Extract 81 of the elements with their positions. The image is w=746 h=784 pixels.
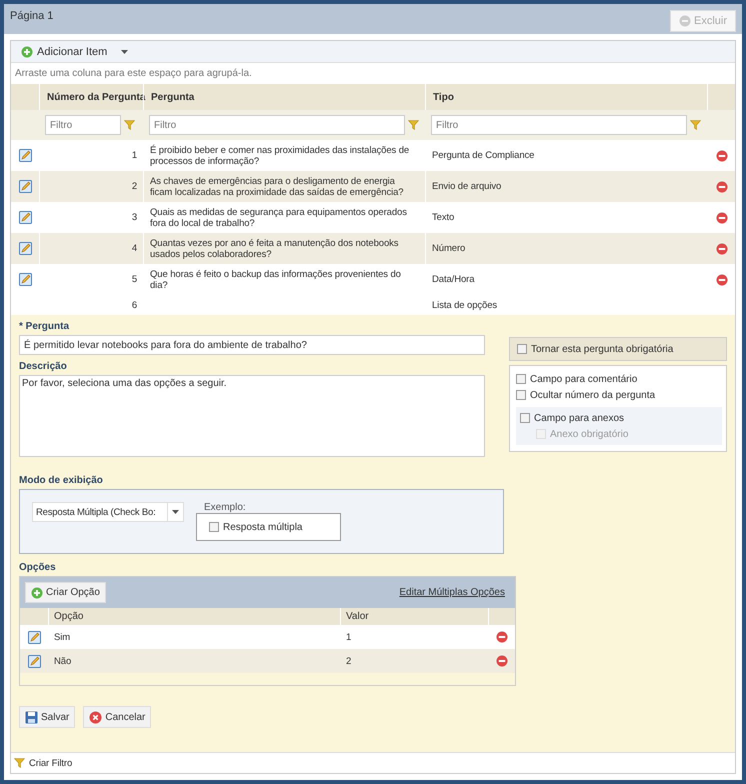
question-field[interactable]: É permitido levar notebooks para fora do ambiente de trabalho? bbox=[19, 335, 485, 355]
table-cell: Pergunta de Compliance bbox=[432, 150, 534, 161]
field-label: Opções bbox=[19, 562, 57, 573]
field-label: * Pergunta bbox=[19, 321, 70, 332]
checkbox[interactable] bbox=[209, 522, 219, 532]
field-label: Descrição bbox=[19, 361, 68, 372]
table-cell-text: Quantas vezes por ano é feita a manutenção dos notebooks usados pelos colaboradores? bbox=[150, 238, 400, 260]
column-header[interactable]: Opção bbox=[54, 611, 84, 622]
edit-icon[interactable] bbox=[28, 654, 40, 668]
filter-field[interactable]: Filtro bbox=[149, 115, 405, 135]
plus-icon bbox=[21, 46, 33, 58]
save-icon bbox=[25, 710, 38, 724]
column-header[interactable]: Tipo bbox=[433, 92, 454, 102]
cancel-button[interactable]: Cancelar bbox=[83, 706, 152, 728]
checkbox[interactable] bbox=[517, 344, 527, 354]
display-mode-select[interactable]: Resposta Múltipla (Check Bo: bbox=[32, 502, 184, 522]
table-cell: 2 bbox=[346, 656, 352, 666]
delete-icon[interactable] bbox=[716, 274, 728, 286]
checkbox-label: Campo para comentário bbox=[530, 374, 638, 384]
delete-icon[interactable] bbox=[716, 242, 728, 254]
edit-icon[interactable] bbox=[28, 630, 40, 644]
save-button[interactable]: Salvar bbox=[19, 706, 76, 728]
table-cell: 4 bbox=[132, 243, 137, 254]
table-cell: Não bbox=[54, 656, 72, 666]
minus-icon bbox=[678, 15, 691, 27]
plus-icon bbox=[31, 586, 43, 598]
field-label: Modo de exibição bbox=[19, 475, 104, 486]
table-cell: 2 bbox=[132, 181, 137, 192]
checkbox-label: Campo para anexos bbox=[534, 412, 624, 424]
description-field[interactable]: Por favor, seleciona uma das opções a seguir. bbox=[19, 375, 485, 457]
edit-icon[interactable] bbox=[19, 242, 32, 255]
table-cell: 6 bbox=[132, 300, 137, 310]
table-cell: Número bbox=[432, 243, 466, 254]
filter-field[interactable]: Filtro bbox=[431, 115, 687, 135]
example-label: Exemplo: bbox=[204, 502, 247, 513]
table-cell: Lista de opções bbox=[432, 300, 498, 310]
table-cell-text: As chaves de emergências para o desligamento de energia ficam localizadas na proximidade das saídas de emergência? bbox=[150, 176, 404, 198]
table-cell-text: É proibido beber e comer nas proximidades das instalações de processos de informação? bbox=[150, 144, 410, 166]
checkbox-label: Tornar esta pergunta obrigatória bbox=[531, 344, 674, 354]
column-header[interactable]: Valor bbox=[346, 611, 369, 622]
checkbox[interactable] bbox=[520, 413, 530, 423]
table-cell: Envio de arquivo bbox=[432, 181, 502, 192]
table-cell: Data/Hora bbox=[432, 274, 474, 285]
filter-field[interactable]: Filtro bbox=[45, 115, 121, 135]
cancel-icon bbox=[89, 710, 102, 724]
caret-icon bbox=[172, 510, 179, 514]
table-cell: Sim bbox=[54, 632, 70, 642]
table-cell: 3 bbox=[132, 212, 137, 223]
column-header[interactable]: Número da Pergunta bbox=[47, 92, 146, 102]
edit-icon[interactable] bbox=[19, 211, 32, 224]
add-item-button[interactable]: Adicionar Item bbox=[21, 46, 128, 58]
filter-icon[interactable] bbox=[124, 120, 135, 130]
table-cell: Texto bbox=[432, 212, 454, 223]
caret-icon bbox=[121, 50, 128, 54]
checkbox[interactable] bbox=[516, 374, 526, 384]
checkbox[interactable] bbox=[516, 390, 526, 400]
delete-icon[interactable] bbox=[496, 655, 508, 667]
edit-icon[interactable] bbox=[19, 180, 32, 193]
create-option-button[interactable]: Criar Opção bbox=[25, 582, 106, 603]
page-title: Página 1 bbox=[10, 10, 54, 22]
checkbox-label: Ocultar número da pergunta bbox=[530, 390, 656, 400]
edit-icon[interactable] bbox=[19, 149, 32, 162]
checkbox-label: Anexo obrigatório bbox=[550, 428, 628, 440]
delete-icon[interactable] bbox=[716, 150, 728, 162]
filter-icon[interactable] bbox=[690, 120, 701, 130]
edit-multiple-link[interactable]: Editar Múltiplas Opções bbox=[399, 587, 505, 598]
table-cell: 5 bbox=[132, 274, 137, 285]
delete-icon[interactable] bbox=[496, 631, 508, 643]
create-filter-link[interactable]: Criar Filtro bbox=[29, 758, 72, 768]
table-cell-text: Quais as medidas de segurança para equipamentos operados fora do local de trabalho? bbox=[150, 206, 408, 228]
group-hint: Arraste uma coluna para este espaço para agrupá-la. bbox=[15, 68, 252, 79]
checkbox-label: Resposta múltipla bbox=[223, 522, 302, 532]
delete-icon[interactable] bbox=[716, 180, 728, 192]
column-header[interactable]: Pergunta bbox=[151, 92, 194, 102]
filter-icon[interactable] bbox=[14, 758, 25, 768]
table-cell-text: Que horas é feito o backup das informações provenientes do dia? bbox=[150, 268, 402, 290]
table-cell: 1 bbox=[346, 632, 352, 642]
table-cell: 1 bbox=[132, 150, 137, 161]
delete-icon[interactable] bbox=[716, 212, 728, 224]
edit-icon[interactable] bbox=[19, 273, 32, 286]
filter-icon[interactable] bbox=[408, 120, 419, 130]
